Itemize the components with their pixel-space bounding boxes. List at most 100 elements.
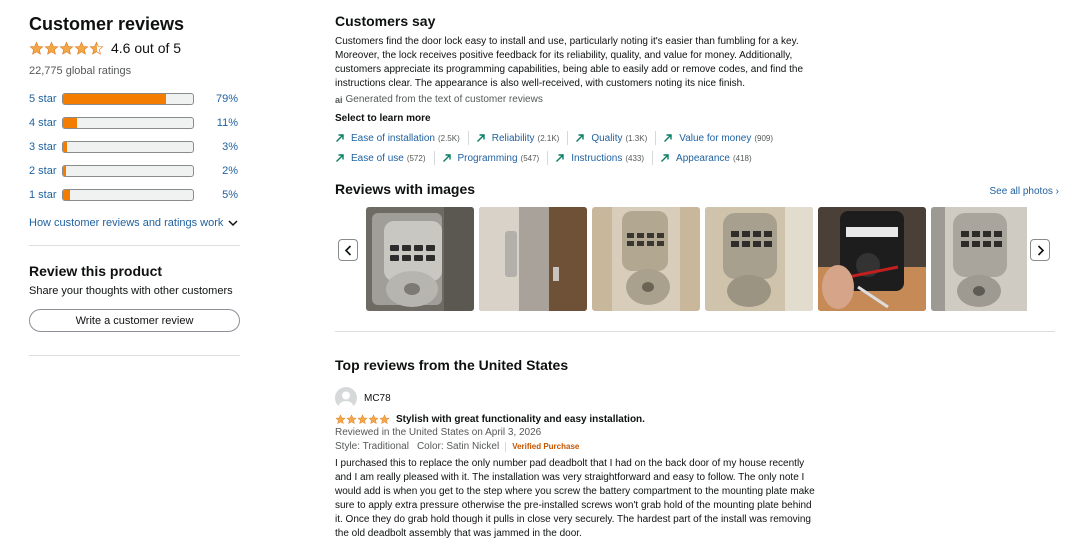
review-style[interactable]: Style: Traditional	[335, 441, 409, 452]
customers-say-heading: Customers say	[335, 13, 436, 29]
verified-purchase-badge: Verified Purchase	[512, 442, 580, 451]
carousel-prev-button[interactable]	[338, 239, 358, 261]
histogram-bar	[62, 141, 194, 153]
aspect-count: (909)	[754, 133, 774, 143]
histogram-bar	[62, 165, 194, 177]
aspect-chip[interactable]: Appearance (418)	[660, 151, 760, 165]
reviews-summary-panel: Customer reviews 4.6 out of 5 22,775 glo…	[29, 12, 240, 356]
review-image[interactable]	[931, 207, 1027, 311]
aspect-chip[interactable]: Reliability (2.1K)	[476, 131, 569, 145]
aspect-label: Instructions	[571, 152, 623, 164]
histogram-star-label: 1 star	[29, 189, 57, 201]
section-divider	[29, 355, 240, 356]
review-image[interactable]	[366, 207, 474, 311]
star-full-icon	[29, 40, 44, 55]
aspect-label: Value for money	[679, 132, 752, 144]
review-date: Reviewed in the United States on April 3…	[335, 427, 542, 438]
average-stars	[29, 40, 104, 56]
review-variant-meta: Style: Traditional Color: Satin Nickel V…	[335, 441, 1057, 452]
star-full-icon	[74, 40, 89, 55]
star-full-icon	[346, 414, 357, 425]
star-full-icon	[379, 414, 390, 425]
histogram-bar-fill	[63, 166, 66, 176]
histogram-percent: 3%	[222, 141, 238, 153]
histogram-row[interactable]: 5 star 79%	[29, 87, 240, 111]
review-image[interactable]	[479, 207, 587, 311]
trend-up-arrow-icon	[576, 134, 585, 142]
ai-generated-note-text: Generated from the text of customer revi…	[345, 94, 543, 105]
star-full-icon	[357, 414, 368, 425]
meta-separator	[505, 441, 507, 452]
histogram-percent: 5%	[222, 189, 238, 201]
star-half-icon	[89, 40, 104, 55]
review-title[interactable]: Stylish with great functionality and eas…	[396, 414, 645, 425]
histogram-bar-fill	[63, 142, 67, 152]
review-body: I purchased this to replace the only num…	[335, 458, 815, 539]
review-images-carousel	[335, 207, 1057, 311]
section-divider	[29, 245, 240, 246]
aspect-chip[interactable]: Ease of use (572)	[335, 151, 435, 165]
review-title-row: Stylish with great functionality and eas…	[335, 414, 1057, 425]
histogram-row[interactable]: 4 star 11%	[29, 111, 240, 135]
ai-review-summary: Customers find the door lock easy to ins…	[335, 36, 804, 89]
histogram-row[interactable]: 2 star 2%	[29, 159, 240, 183]
histogram-row[interactable]: 1 star 5%	[29, 183, 240, 207]
see-all-photos-link[interactable]: See all photos ›	[990, 186, 1060, 197]
review-color[interactable]: Color: Satin Nickel	[417, 441, 499, 452]
top-reviews-heading: Top reviews from the United States	[335, 357, 569, 373]
trend-up-arrow-icon	[661, 154, 669, 162]
ai-icon: ai	[335, 94, 343, 105]
aspect-count: (2.1K)	[537, 133, 560, 143]
aspect-count: (572)	[406, 153, 426, 163]
aspect-chip[interactable]: Programming (547)	[442, 151, 549, 165]
aspect-count: (418)	[732, 153, 752, 163]
customer-reviews-heading: Customer reviews	[29, 14, 185, 34]
average-rating-row[interactable]: 4.6 out of 5	[29, 38, 240, 58]
reviews-main-panel: Customers say Customers find the door lo…	[335, 12, 1060, 541]
select-to-learn-more-label: Select to learn more	[335, 113, 431, 124]
review-image[interactable]	[592, 207, 700, 311]
aspect-count: (1.3K)	[625, 133, 648, 143]
aspect-chip[interactable]: Instructions (433)	[555, 151, 654, 165]
aspect-label: Ease of use	[351, 152, 404, 164]
histogram-bar-fill	[63, 190, 70, 200]
histogram-bar	[62, 93, 194, 105]
share-thoughts-text: Share your thoughts with other customers	[29, 285, 233, 297]
review-image[interactable]	[818, 207, 926, 311]
global-ratings-count: 22,775 global ratings	[29, 65, 132, 77]
rating-histogram: 5 star 79% 4 star 11% 3 star 3% 2 star 2% 1 star…	[29, 87, 240, 207]
aspect-count: (2.5K)	[437, 133, 460, 143]
aspect-chip[interactable]: Value for money (909)	[663, 131, 781, 145]
reviewer-profile[interactable]: MC78	[335, 387, 1057, 409]
trend-up-arrow-icon	[336, 154, 344, 162]
aspect-label: Ease of installation	[351, 132, 435, 144]
write-review-button[interactable]: Write a customer review	[29, 309, 240, 332]
how-reviews-work-link[interactable]: How customer reviews and ratings work	[29, 217, 240, 229]
star-full-icon	[368, 414, 379, 425]
review-this-product-section: Review this product Share your thoughts …	[29, 263, 240, 332]
aspect-chip[interactable]: Quality (1.3K)	[575, 131, 657, 145]
review-image[interactable]	[705, 207, 813, 311]
chevron-right-icon	[1037, 244, 1044, 256]
histogram-star-label: 3 star	[29, 141, 57, 153]
histogram-star-label: 4 star	[29, 117, 57, 129]
average-rating-text: 4.6 out of 5	[111, 40, 182, 56]
lock-photo	[705, 207, 813, 311]
histogram-bar	[62, 189, 194, 201]
lock-photo	[366, 207, 474, 311]
meta-separator	[409, 442, 417, 452]
review-stars[interactable]	[335, 414, 390, 425]
reviews-with-images-header: Reviews with images See all photos ›	[335, 181, 1060, 197]
histogram-row[interactable]: 3 star 3%	[29, 135, 240, 159]
star-full-icon	[44, 40, 59, 55]
reviews-with-images-heading: Reviews with images	[335, 181, 476, 197]
trend-up-arrow-icon	[336, 134, 344, 142]
aspect-label: Reliability	[491, 132, 535, 144]
user-silhouette-icon	[338, 391, 354, 409]
aspect-count: (547)	[520, 153, 540, 163]
aspect-chip[interactable]: Ease of installation (2.5K)	[335, 131, 469, 145]
carousel-next-button[interactable]	[1030, 239, 1050, 261]
trend-up-arrow-icon	[556, 154, 564, 162]
histogram-bar	[62, 117, 194, 129]
trend-up-arrow-icon	[476, 134, 485, 142]
